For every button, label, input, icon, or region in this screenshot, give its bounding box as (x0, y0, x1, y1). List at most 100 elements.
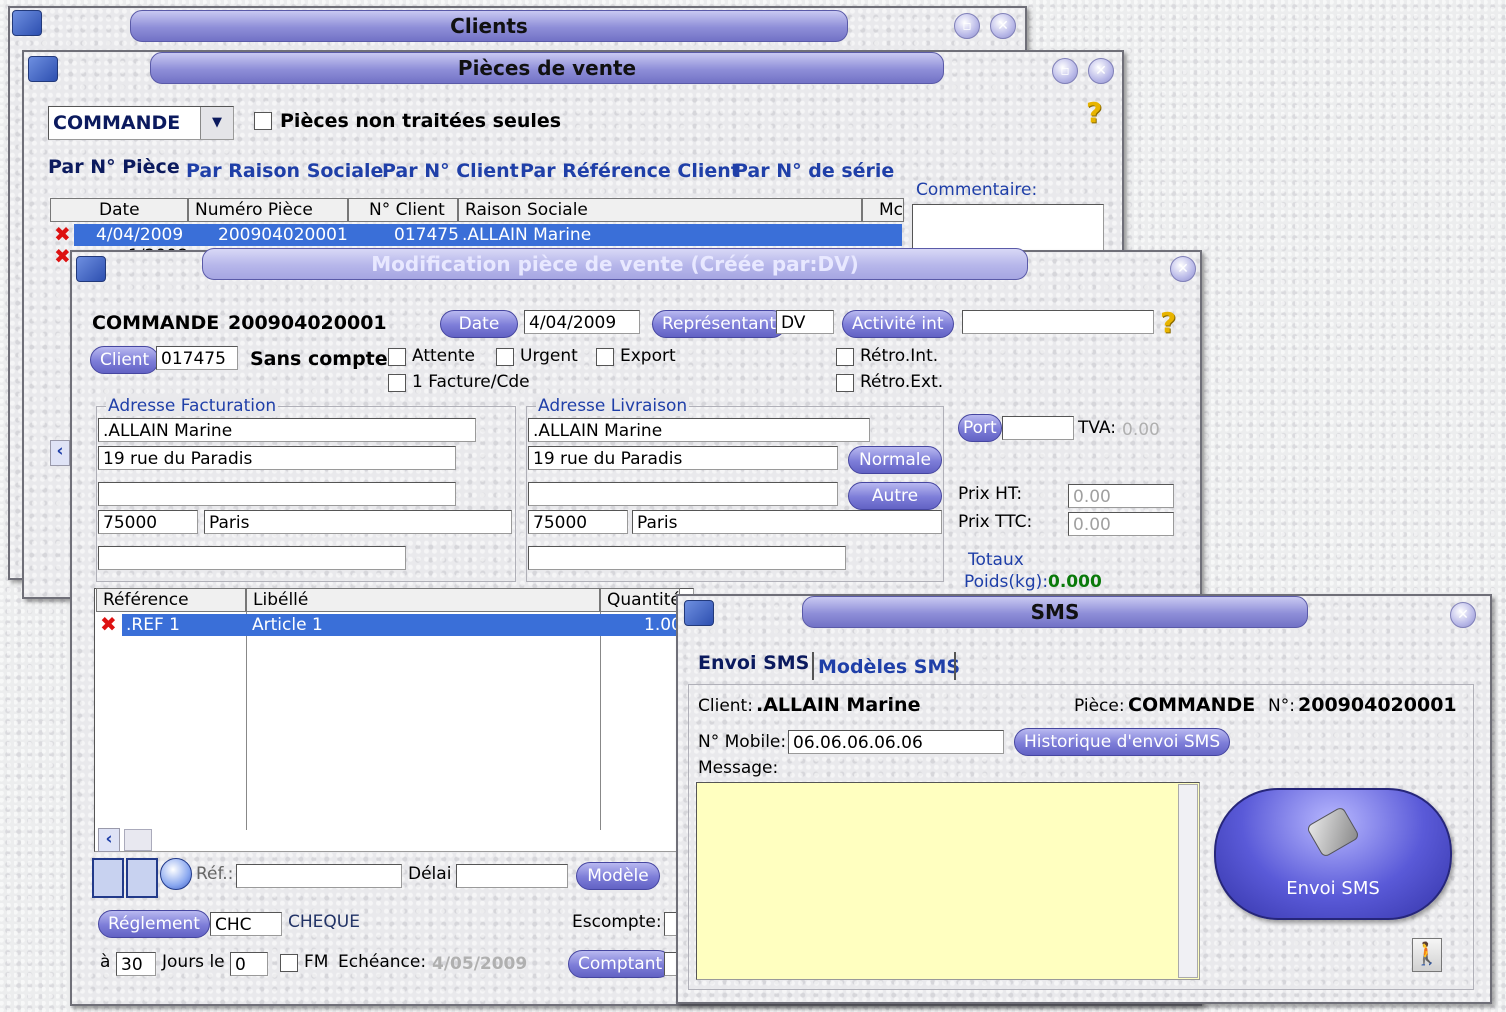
liv-cp-field[interactable]: 75000 (528, 510, 628, 534)
tab-par-raison[interactable]: Par Raison Sociale (186, 160, 383, 182)
app-icon (76, 256, 106, 282)
urgent-checkbox[interactable] (496, 348, 514, 366)
piece-type-select[interactable]: COMMANDE ▼ (48, 106, 234, 140)
client-button[interactable]: Client (90, 346, 160, 374)
port-field[interactable] (1002, 416, 1074, 440)
insert-line-icon[interactable] (92, 858, 124, 898)
retro-ext-label: Rétro.Ext. (860, 372, 944, 392)
table-row[interactable]: 4/04/2009 200904020001 017475 .ALLAIN Ma… (74, 224, 902, 246)
close-icon[interactable]: ✕ (990, 13, 1016, 39)
col-divider (246, 612, 247, 830)
move-line-icon[interactable] (126, 858, 158, 898)
message-label: Message: (698, 758, 779, 778)
col-libelle[interactable]: Libéllé (246, 588, 600, 612)
activite-field[interactable] (962, 310, 1154, 334)
tab-par-client[interactable]: Par N° Client (382, 160, 519, 182)
chevron-down-icon[interactable]: ▼ (200, 107, 233, 139)
attente-checkbox[interactable] (388, 348, 406, 366)
retro-int-checkbox[interactable] (836, 348, 854, 366)
representant-field[interactable]: DV (776, 310, 834, 334)
prix-ttc-field: 0.00 (1068, 512, 1174, 536)
fact-city-field[interactable]: Paris (204, 510, 512, 534)
fact-name-field[interactable]: .ALLAIN Marine (98, 418, 476, 442)
fact-line5-field[interactable] (98, 546, 406, 570)
tab-par-numero[interactable]: Par N° Pièce (48, 156, 180, 178)
activite-button[interactable]: Activité int (842, 310, 954, 338)
close-icon[interactable]: ✕ (1450, 602, 1476, 628)
liv-name-field[interactable]: .ALLAIN Marine (528, 418, 870, 442)
delai-field[interactable] (456, 864, 568, 888)
sms-piece-value: COMMANDE (1128, 694, 1256, 716)
close-icon[interactable]: ✕ (1088, 58, 1114, 84)
tab-par-serie[interactable]: Par N° de série (734, 160, 894, 182)
tab-envoi-sms[interactable]: Envoi SMS (698, 652, 809, 674)
table-row[interactable]: .REF 1 Article 1 1.00 (122, 614, 692, 636)
comment-label: Commentaire: (916, 180, 1038, 200)
representant-button[interactable]: Représentant (652, 310, 786, 338)
ref-field[interactable] (236, 864, 402, 888)
scroll-left-icon[interactable]: ‹ (98, 828, 120, 852)
liv-city-field[interactable]: Paris (632, 510, 942, 534)
fact-line3-field[interactable] (98, 482, 456, 506)
escompte-label: Escompte: (572, 912, 662, 932)
col-raison[interactable]: Raison Sociale (458, 198, 862, 222)
modele-button[interactable]: Modèle (576, 862, 660, 890)
export-checkbox[interactable] (596, 348, 614, 366)
col-client[interactable]: N° Client (348, 198, 458, 222)
col-quantite[interactable]: Quantité (600, 588, 680, 612)
liv-street-field[interactable]: 19 rue du Paradis (528, 446, 838, 470)
delete-icon[interactable]: ✖ (100, 614, 117, 634)
facture-cde-checkbox[interactable] (388, 374, 406, 392)
liv-line3-field[interactable] (528, 482, 838, 506)
autre-button[interactable]: Autre (848, 482, 942, 510)
col-date[interactable]: Date (50, 198, 188, 222)
col-reference[interactable]: Référence (96, 588, 246, 612)
retro-ext-checkbox[interactable] (836, 374, 854, 392)
non-traitees-checkbox[interactable] (254, 112, 272, 130)
le-field[interactable]: 0 (230, 952, 268, 976)
search-icon[interactable] (160, 858, 192, 890)
send-sms-button[interactable]: Envoi SMS (1214, 788, 1452, 920)
reglement-button[interactable]: Réglement (98, 910, 210, 938)
app-icon (28, 56, 58, 82)
piece-type-value: COMMANDE (53, 112, 181, 134)
help-icon[interactable]: ? (1160, 306, 1176, 339)
message-field[interactable] (696, 782, 1200, 980)
ref-label: Réf.: (196, 864, 234, 884)
historique-button[interactable]: Historique d'envoi SMS (1014, 728, 1231, 756)
message-scrollbar[interactable] (1178, 784, 1198, 978)
delete-icon[interactable]: ✖ (54, 224, 71, 244)
close-icon[interactable]: ✕ (1170, 256, 1196, 282)
reglement-code-field[interactable]: CHC (210, 912, 282, 936)
liv-line5-field[interactable] (528, 546, 846, 570)
comptant-button[interactable]: Comptant (568, 950, 673, 978)
normale-button[interactable]: Normale (848, 446, 942, 474)
scroll-left-icon[interactable]: ‹ (50, 440, 70, 466)
date-field[interactable]: 4/04/2009 (524, 310, 640, 334)
exit-icon[interactable]: 🚶 (1412, 938, 1442, 972)
tab-divider (954, 652, 956, 680)
date-button[interactable]: Date (440, 310, 518, 338)
minimize-icon[interactable]: ▫ (1052, 58, 1078, 84)
poids-value: 0.000 (1048, 572, 1102, 592)
delete-icon[interactable]: ✖ (54, 246, 71, 266)
echeance-label: Echéance: (338, 952, 427, 972)
fm-label: FM (304, 952, 329, 972)
jours-field[interactable]: 30 (116, 952, 156, 976)
delai-label: Délai (408, 864, 452, 884)
mobile-field[interactable]: 06.06.06.06.06 (788, 730, 1004, 754)
scrollbar-thumb[interactable] (124, 829, 152, 851)
prix-ht-label: Prix HT: (958, 484, 1023, 504)
fact-street-field[interactable]: 19 rue du Paradis (98, 446, 456, 470)
help-icon[interactable]: ? (1086, 96, 1102, 129)
col-mc[interactable]: Mc (862, 198, 904, 222)
port-button[interactable]: Port (958, 414, 1002, 442)
col-numero[interactable]: Numéro Pièce (188, 198, 348, 222)
client-field[interactable]: 017475 (156, 346, 238, 370)
line-ref: .REF 1 (126, 615, 180, 635)
tab-modeles-sms[interactable]: Modèles SMS (818, 656, 960, 678)
fm-checkbox[interactable] (280, 954, 298, 972)
minimize-icon[interactable]: ▫ (954, 13, 980, 39)
tab-par-ref-client[interactable]: Par Référence Client (520, 160, 740, 182)
fact-cp-field[interactable]: 75000 (98, 510, 198, 534)
